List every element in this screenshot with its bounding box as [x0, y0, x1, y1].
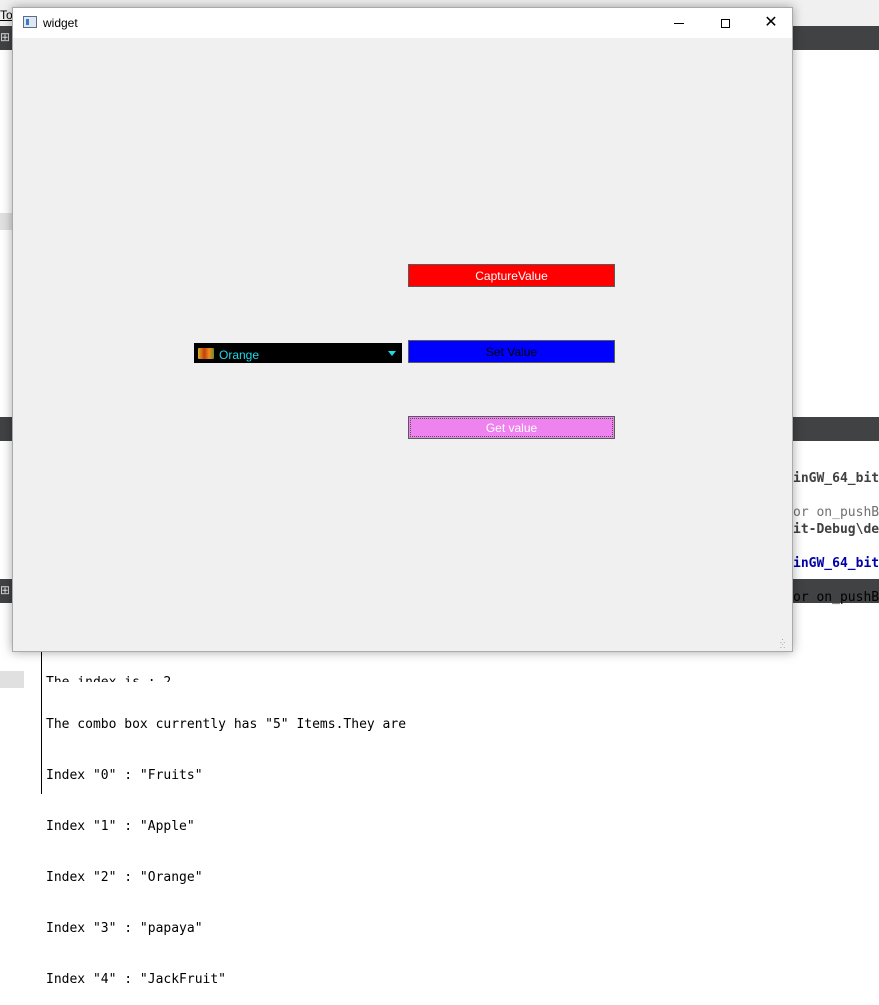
ide-divider [41, 650, 42, 794]
minimize-icon [674, 22, 684, 24]
application-output: The index is : 2 The combo box currently… [46, 640, 406, 1005]
ide-code-line: or on_pushB [793, 590, 879, 605]
console-line: Index "4" : "JackFruit" [46, 972, 227, 987]
ide-menu-fragment[interactable]: To [0, 8, 13, 22]
ide-code-line: inGW_64_bit [793, 471, 879, 486]
close-button[interactable]: ✕ [748, 8, 794, 38]
title-bar[interactable]: widget ✕ [13, 8, 792, 38]
fruit-combo-box[interactable]: Orange [194, 343, 402, 363]
console-line: Index "3" : "papaya" [46, 921, 203, 936]
maximize-icon [720, 18, 730, 28]
console-line: Index "0" : "Fruits" [46, 768, 203, 783]
resize-grip-icon[interactable]: ∴ ∴ [780, 638, 790, 651]
chevron-down-icon[interactable] [388, 351, 396, 356]
ide-code-line: or on_pushB [793, 505, 879, 520]
split-icon[interactable]: ⊞ [0, 583, 12, 597]
orange-fruit-icon [198, 348, 214, 359]
console-line: The combo box currently has "5" Items.Th… [46, 717, 407, 732]
console-line: The index is : 2 [46, 674, 406, 682]
get-value-button[interactable]: Get value [408, 416, 615, 439]
console-line: Index "2" : "Orange" [46, 870, 203, 885]
maximize-button[interactable] [702, 8, 748, 38]
console-line: Index "1" : "Apple" [46, 819, 195, 834]
minimize-button[interactable] [656, 8, 702, 38]
capture-value-button[interactable]: CaptureValue [408, 264, 615, 287]
combo-selected-value: Orange [219, 348, 260, 362]
split-icon[interactable]: ⊞ [0, 30, 12, 44]
widget-window: widget ✕ CaptureValue Orange Set Value G… [12, 7, 793, 652]
set-value-button[interactable]: Set Value [408, 340, 615, 363]
ide-gutter-mark [0, 671, 24, 688]
window-title: widget [43, 16, 78, 30]
ide-code-line: it-Debug\de [793, 522, 879, 537]
ide-code-line: inGW_64_bit [793, 556, 879, 571]
app-icon [23, 16, 37, 28]
close-icon: ✕ [764, 14, 778, 31]
